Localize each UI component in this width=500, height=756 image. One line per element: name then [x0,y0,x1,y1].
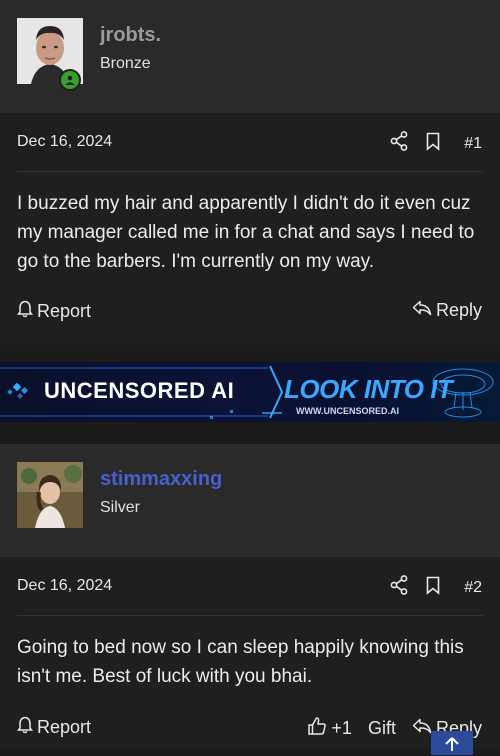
post-date[interactable]: Dec 16, 2024 [17,577,112,595]
post-message: Going to bed now so I can sleep happily … [17,637,464,687]
username[interactable]: jrobts. [100,24,161,47]
arrow-up-icon [444,737,460,756]
post-number[interactable]: #2 [464,579,482,597]
divider [17,171,483,172]
banner-tagline: LOOK INTO IT [284,374,453,404]
post-2-author-header: stimmaxxing Silver [0,444,500,557]
report-button[interactable]: Report [17,716,91,739]
separator [0,422,500,444]
thumbs-up-icon [307,716,327,741]
ad-banner[interactable]: UNCENSORED AI LOOK INTO IT WWW.UNCENSORE… [0,362,500,422]
username[interactable]: stimmaxxing [100,468,222,491]
like-count: +1 [331,718,352,738]
post-message: I buzzed my hair and apparently I didn't… [17,193,475,272]
post-meta: #1 [390,131,482,156]
divider [17,615,483,616]
bell-icon [17,716,33,739]
scroll-to-top-button[interactable] [431,731,473,755]
user-rank: Silver [100,499,141,516]
user-rank: Bronze [100,55,151,72]
separator [0,345,500,363]
post-1-body: Dec 16, 2024 #1 I buzzed my hair and app… [0,113,500,345]
post-1-author-header: jrobts. Bronze [0,0,500,113]
report-label: Report [37,301,92,321]
banner-url: WWW.UNCENSORED.AI [296,406,399,416]
share-icon[interactable] [390,131,408,156]
share-icon[interactable] [390,575,408,600]
post-actions: Reply [412,300,482,321]
bookmark-icon[interactable] [426,576,440,600]
bell-icon [17,300,33,323]
banner-brand: UNCENSORED AI [44,378,235,403]
gift-label: Gift [367,718,396,738]
avatar[interactable] [17,462,83,528]
reply-icon [412,718,432,739]
bookmark-icon[interactable] [426,132,440,156]
reply-icon [412,300,432,321]
post-meta: #2 [390,575,482,600]
post-date[interactable]: Dec 16, 2024 [17,133,112,151]
post-2-body: Dec 16, 2024 #2 Going to bed now so I ca… [0,557,500,749]
gift-button[interactable]: Gift [368,718,396,739]
report-label: Report [37,717,92,737]
reply-button[interactable]: Reply [412,300,482,321]
report-button[interactable]: Report [17,300,91,323]
online-status-icon [59,69,81,91]
reply-label: Reply [435,300,482,320]
like-button[interactable]: +1 [307,716,352,741]
post-number[interactable]: #1 [464,135,482,153]
